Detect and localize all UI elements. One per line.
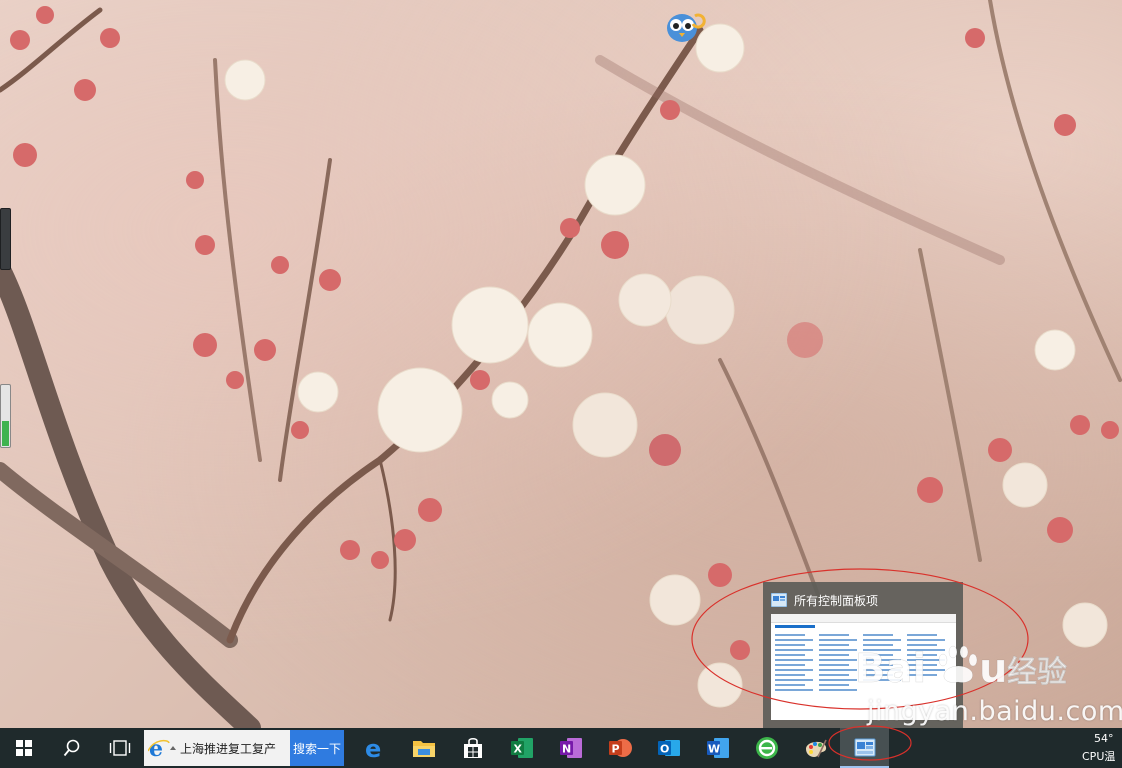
svg-text:P: P (611, 743, 619, 756)
search-icon (63, 739, 80, 757)
svg-text:N: N (562, 743, 571, 756)
task-view-icon (109, 740, 131, 756)
paint-icon (805, 739, 827, 758)
onenote-icon: N (559, 738, 582, 758)
cartoon-bird-icon[interactable] (664, 6, 710, 44)
toolbar-search-box[interactable]: e 上海推进复工复产 (144, 730, 290, 766)
search-submit-button[interactable]: 搜索一下 (290, 730, 344, 766)
window-thumbnail[interactable] (771, 614, 956, 720)
preview-header: 所有控制面板项 (763, 582, 963, 611)
taskbar-app-word[interactable]: W (693, 728, 742, 768)
excel-icon: X (510, 738, 533, 758)
system-tray[interactable]: 54° CPU温 (1082, 728, 1122, 768)
ie-icon: e (148, 737, 170, 759)
preview-title: 所有控制面板项 (794, 593, 879, 608)
word-icon: W (706, 738, 729, 758)
cpu-temperature: 54° (1094, 732, 1114, 745)
taskbar-app-powerpoint[interactable]: P (595, 728, 644, 768)
search-box-text[interactable]: 上海推进复工复产 (180, 740, 276, 757)
taskbar-app-paint[interactable] (791, 728, 840, 768)
cpu-temp-label: CPU温 (1082, 750, 1116, 763)
control-panel-icon (771, 593, 787, 607)
side-gadget-meter[interactable] (0, 384, 11, 448)
svg-text:O: O (660, 743, 669, 756)
control-panel-icon (854, 738, 875, 757)
svg-text:W: W (708, 743, 720, 756)
taskbar-app-file-explorer[interactable] (399, 728, 448, 768)
thumbnail-column (907, 634, 945, 679)
svg-text:e: e (365, 736, 381, 760)
svg-text:X: X (513, 743, 522, 756)
taskbar-app-360-browser[interactable] (742, 728, 791, 768)
taskbar-app-excel[interactable]: X (497, 728, 546, 768)
outlook-icon: O (657, 740, 680, 756)
taskbar-app-onenote[interactable]: N (546, 728, 595, 768)
meter-fill (2, 421, 9, 446)
dropdown-arrow-icon[interactable] (170, 745, 176, 751)
taskbar: e 上海推进复工复产 搜索一下 e X N P O W 54° CPU温 (0, 728, 1122, 768)
edge-icon: e (365, 736, 381, 760)
taskbar-thumbnail-preview[interactable]: 所有控制面板项 (763, 582, 963, 728)
thumbnail-column (819, 634, 857, 694)
store-icon (463, 737, 482, 758)
search-button[interactable] (48, 728, 96, 768)
thumbnail-heading (775, 625, 815, 628)
taskbar-app-edge[interactable]: e (350, 728, 399, 768)
start-button[interactable] (0, 728, 48, 768)
powerpoint-icon: P (608, 739, 632, 757)
taskbar-app-control-panel[interactable] (840, 728, 889, 768)
thumbnail-column (863, 634, 901, 684)
taskbar-app-outlook[interactable]: O (644, 728, 693, 768)
windows-start-icon (16, 740, 32, 756)
browser-360-icon (755, 737, 778, 759)
folder-icon (412, 741, 435, 757)
task-view-button[interactable] (96, 728, 144, 768)
thumbnail-column (775, 634, 813, 694)
side-gadget-bar[interactable] (0, 208, 11, 270)
taskbar-app-store[interactable] (448, 728, 497, 768)
thumbnail-toolbar (771, 614, 956, 623)
